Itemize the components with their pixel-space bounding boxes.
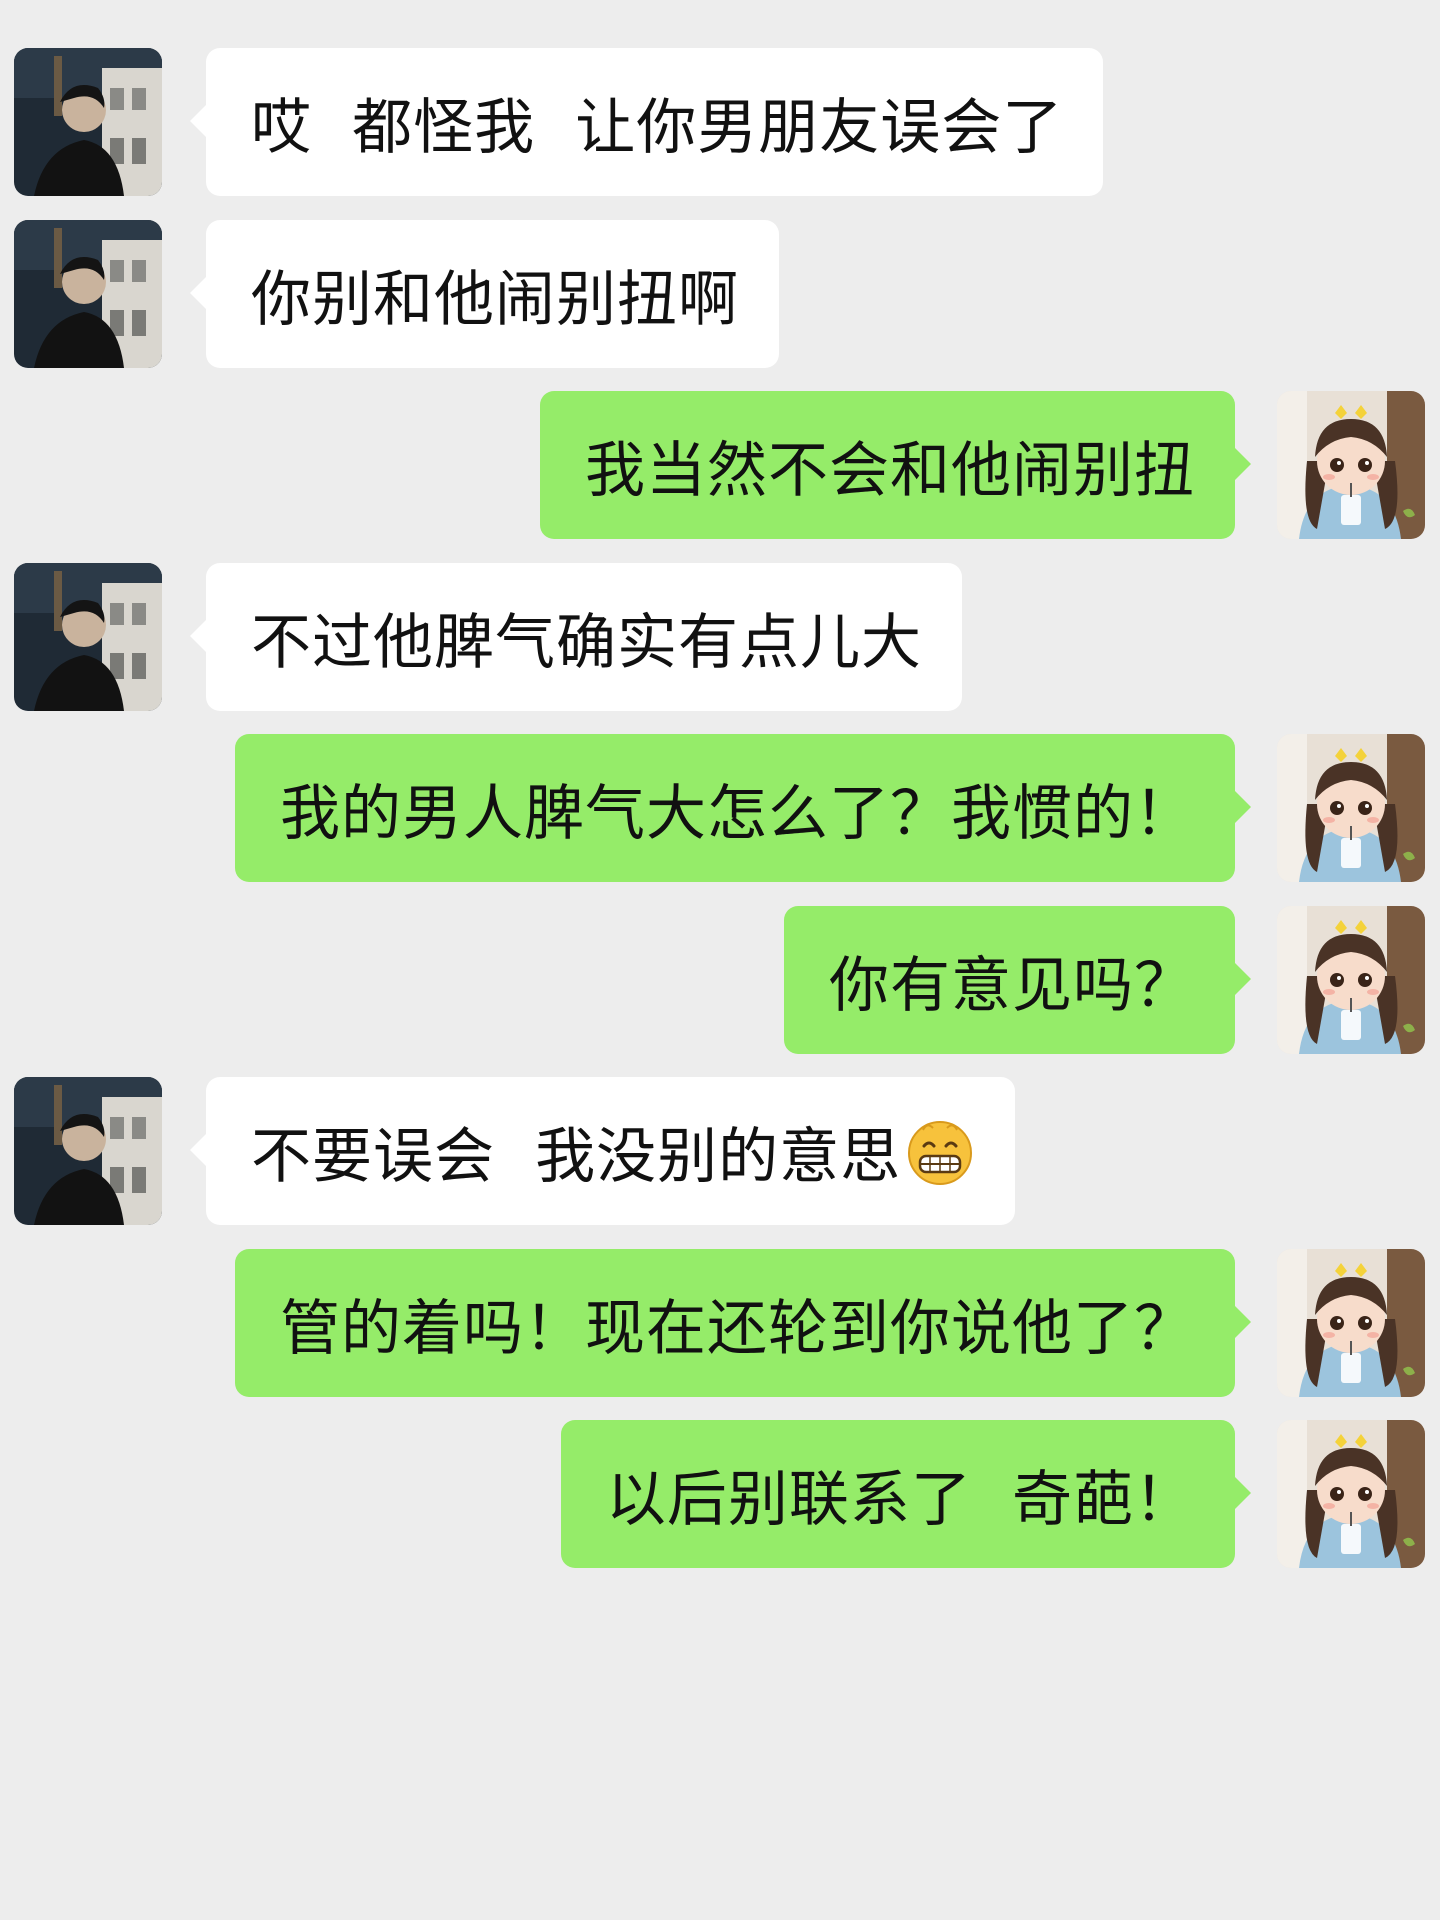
message-row: 我的男人脾气大怎么了？我惯的！ [0, 734, 1440, 884]
contact-avatar[interactable] [14, 220, 162, 368]
my-avatar[interactable] [1277, 1249, 1425, 1397]
my-avatar[interactable] [1277, 1420, 1425, 1568]
message-text: 以后别联系了 奇葩！ [605, 1464, 1195, 1535]
message-row: 哎 都怪我 让你男朋友误会了 [0, 48, 1440, 198]
grinning-face-icon [905, 1116, 975, 1186]
message-row: 不要误会 我没别的意思 [0, 1077, 1440, 1227]
message-text: 你别和他闹别扭啊 [251, 264, 739, 335]
my-avatar[interactable] [1277, 734, 1425, 882]
message-text: 我当然不会和他闹别扭 [585, 435, 1195, 506]
message-text: 管的着吗！现在还轮到你说他了？ [280, 1293, 1195, 1364]
incoming-message-bubble[interactable]: 哎 都怪我 让你男朋友误会了 [189, 48, 1104, 196]
outgoing-message-bubble[interactable]: 你有意见吗？ [784, 906, 1251, 1054]
contact-avatar[interactable] [14, 563, 162, 711]
contact-avatar[interactable] [14, 48, 162, 196]
message-text: 哎 都怪我 让你男朋友误会了 [251, 92, 1064, 163]
outgoing-message-bubble[interactable]: 我当然不会和他闹别扭 [540, 391, 1251, 539]
message-text: 不要误会 我没别的意思 [251, 1121, 902, 1192]
message-text: 我的男人脾气大怎么了？我惯的！ [280, 778, 1195, 849]
contact-avatar[interactable] [14, 1077, 162, 1225]
outgoing-message-bubble[interactable]: 管的着吗！现在还轮到你说他了？ [235, 1249, 1251, 1397]
incoming-message-bubble[interactable]: 不要误会 我没别的意思 [189, 1077, 1016, 1225]
message-text: 不过他脾气确实有点儿大 [251, 607, 922, 678]
outgoing-message-bubble[interactable]: 以后别联系了 奇葩！ [560, 1420, 1252, 1568]
message-row: 以后别联系了 奇葩！ [0, 1420, 1440, 1570]
outgoing-message-bubble[interactable]: 我的男人脾气大怎么了？我惯的！ [235, 734, 1251, 882]
message-row: 不过他脾气确实有点儿大 [0, 563, 1440, 713]
message-row: 我当然不会和他闹别扭 [0, 391, 1440, 541]
message-row: 你有意见吗？ [0, 906, 1440, 1056]
message-text: 你有意见吗？ [829, 950, 1195, 1021]
message-row: 管的着吗！现在还轮到你说他了？ [0, 1249, 1440, 1399]
chat-window: 哎 都怪我 让你男朋友误会了 你别和他闹别扭啊 我当然不会和他闹别扭 不过他脾气… [0, 0, 1440, 1920]
my-avatar[interactable] [1277, 391, 1425, 539]
message-row: 你别和他闹别扭啊 [0, 220, 1440, 370]
incoming-message-bubble[interactable]: 不过他脾气确实有点儿大 [190, 563, 962, 711]
my-avatar[interactable] [1277, 906, 1425, 1054]
incoming-message-bubble[interactable]: 你别和他闹别扭啊 [190, 220, 779, 368]
